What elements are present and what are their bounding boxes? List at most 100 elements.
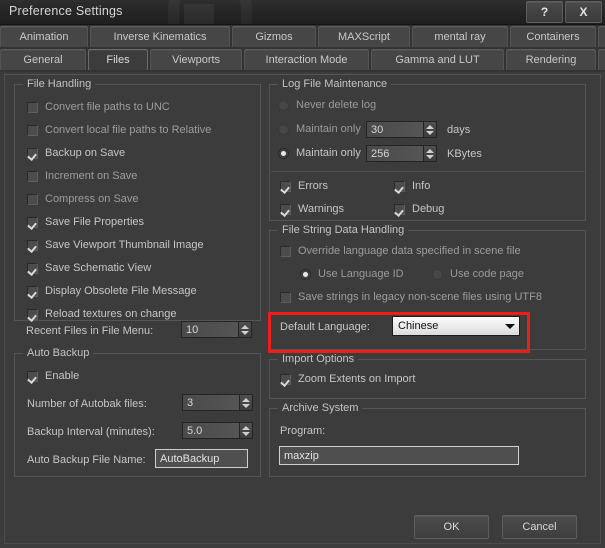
arrow-down-icon[interactable] — [242, 403, 250, 408]
tab-label: Rendering — [525, 54, 577, 66]
radio-maintain-only-kbytes[interactable]: Maintain only — [278, 147, 361, 159]
number-of-autobak-files-spinner[interactable]: 3 — [182, 394, 253, 411]
tab-help[interactable]: Help — [598, 26, 605, 47]
tab-viewports[interactable]: Viewports — [150, 49, 242, 70]
tab-gamma-and-lut[interactable]: Gamma and LUT — [371, 49, 504, 70]
tab-radiosity[interactable]: Radiosity — [598, 49, 605, 70]
arrow-up-icon[interactable] — [242, 425, 250, 430]
checkbox-label: Debug — [412, 203, 445, 215]
checkbox-save-file-properties[interactable]: Save File Properties — [27, 216, 144, 228]
spinner-arrows[interactable] — [239, 394, 253, 411]
tab-label: Gamma and LUT — [395, 54, 480, 66]
checkbox-check-icon — [27, 285, 38, 297]
tab-general[interactable]: General — [0, 49, 86, 70]
tab-interaction-mode[interactable]: Interaction Mode — [244, 49, 369, 70]
chevron-down-icon[interactable] — [501, 317, 519, 335]
tab-files[interactable]: Files — [88, 49, 148, 70]
maintain-kbytes-input[interactable]: 256 — [366, 145, 423, 162]
checkbox-increment-on-save[interactable]: Increment on Save — [27, 170, 137, 182]
tab-rendering[interactable]: Rendering — [506, 49, 596, 70]
radio-label: Maintain only — [296, 123, 361, 135]
checkbox-save-schematic-view[interactable]: Save Schematic View — [27, 262, 151, 274]
close-button[interactable]: X — [565, 1, 602, 23]
checkbox-box-icon — [280, 291, 291, 303]
tab-maxscript[interactable]: MAXScript — [318, 26, 410, 47]
tab-label: Files — [106, 54, 130, 66]
checkbox-box-icon — [27, 101, 38, 113]
checkbox-log-info[interactable]: Info — [394, 180, 430, 192]
arrow-down-icon[interactable] — [242, 431, 250, 436]
checkbox-convert-file-paths-to-unc[interactable]: Convert file paths to UNC — [27, 101, 170, 113]
radio-never-delete-log[interactable]: Never delete log — [278, 99, 376, 111]
tab-label: Animation — [19, 31, 69, 43]
help-button[interactable]: ? — [526, 1, 563, 23]
tab-strip: Animation Inverse Kinematics Gizmos MAXScri… — [0, 25, 605, 73]
radio-circle-icon — [432, 268, 443, 280]
checkbox-save-strings-legacy-utf8[interactable]: Save strings in legacy non-scene files u… — [280, 291, 542, 303]
arrow-up-icon[interactable] — [242, 397, 250, 402]
radio-use-code-page[interactable]: Use code page — [432, 268, 524, 280]
checkbox-box-icon — [27, 170, 38, 182]
program-input[interactable]: maxzip — [279, 446, 519, 465]
tab-label: Gizmos — [255, 31, 293, 43]
checkbox-display-obsolete-file-message[interactable]: Display Obsolete File Message — [27, 285, 197, 297]
arrow-up-icon[interactable] — [426, 148, 434, 153]
maintain-days-spinner[interactable]: 30 — [366, 121, 437, 138]
recent-files-input[interactable]: 10 — [181, 321, 238, 338]
maintain-kbytes-spinner[interactable]: 256 — [366, 145, 437, 162]
tab-mental-ray[interactable]: mental ray — [412, 26, 508, 47]
checkbox-box-icon — [27, 193, 38, 205]
checkbox-auto-backup-enable[interactable]: Enable — [27, 370, 79, 382]
checkbox-log-errors[interactable]: Errors — [280, 180, 328, 192]
arrow-down-icon[interactable] — [426, 130, 434, 135]
checkbox-convert-local-file-paths-to-relative[interactable]: Convert local file paths to Relative — [27, 124, 211, 136]
radio-maintain-only-days[interactable]: Maintain only — [278, 123, 361, 135]
checkbox-log-warnings[interactable]: Warnings — [280, 203, 344, 215]
maintain-days-unit: days — [447, 124, 471, 136]
tab-label: Viewports — [171, 54, 221, 66]
tab-gizmos[interactable]: Gizmos — [232, 26, 316, 47]
checkbox-label: Reload textures on change — [45, 308, 177, 320]
ok-button[interactable]: OK — [414, 515, 489, 539]
checkbox-zoom-extents-on-import[interactable]: Zoom Extents on Import — [280, 373, 415, 385]
archive-system-title: Archive System — [278, 402, 363, 414]
tab-animation[interactable]: Animation — [0, 26, 88, 47]
recent-files-spinner[interactable]: 10 — [181, 321, 252, 338]
checkbox-check-icon — [27, 239, 38, 251]
backup-interval-spinner[interactable]: 5.0 — [182, 422, 253, 439]
checkbox-override-language-data[interactable]: Override language data specified in scen… — [280, 245, 521, 257]
title-bar[interactable]: Preference Settings ? X — [0, 0, 605, 25]
arrow-down-icon[interactable] — [426, 154, 434, 159]
backup-interval-input[interactable]: 5.0 — [182, 422, 239, 439]
dialog-content: File Handling Convert file paths to UNC … — [0, 72, 605, 548]
checkbox-compress-on-save[interactable]: Compress on Save — [27, 193, 139, 205]
backup-interval-label: Backup Interval (minutes): — [27, 426, 155, 438]
checkbox-label: Save Schematic View — [45, 262, 152, 274]
default-language-dropdown[interactable]: Chinese — [392, 316, 520, 336]
arrow-up-icon[interactable] — [241, 324, 249, 329]
spinner-arrows[interactable] — [423, 145, 437, 162]
auto-backup-file-name-input[interactable]: AutoBackup — [155, 449, 248, 468]
checkbox-reload-textures-on-change[interactable]: Reload textures on change — [27, 308, 176, 320]
cancel-button[interactable]: Cancel — [502, 515, 577, 539]
archive-system-group: Archive System Program: maxzip — [269, 402, 586, 477]
checkbox-label: Compress on Save — [45, 193, 139, 205]
spinner-arrows[interactable] — [238, 321, 252, 338]
tab-containers[interactable]: Containers — [510, 26, 596, 47]
spinner-arrows[interactable] — [239, 422, 253, 439]
tab-label: Interaction Mode — [265, 54, 348, 66]
checkbox-save-viewport-thumbnail-image[interactable]: Save Viewport Thumbnail Image — [27, 239, 204, 251]
radio-use-language-id[interactable]: Use Language ID — [300, 268, 404, 280]
log-section-divider — [271, 171, 586, 172]
arrow-up-icon[interactable] — [426, 124, 434, 129]
maintain-days-input[interactable]: 30 — [366, 121, 423, 138]
number-of-autobak-files-input[interactable]: 3 — [182, 394, 239, 411]
file-string-data-handling-title: File String Data Handling — [278, 224, 409, 236]
spinner-arrows[interactable] — [423, 121, 437, 138]
checkbox-log-debug[interactable]: Debug — [394, 203, 444, 215]
window-controls: ? X — [526, 1, 602, 23]
tab-inverse-kinematics[interactable]: Inverse Kinematics — [90, 26, 230, 47]
arrow-down-icon[interactable] — [241, 330, 249, 335]
checkbox-label: Zoom Extents on Import — [298, 373, 416, 385]
checkbox-backup-on-save[interactable]: Backup on Save — [27, 147, 125, 159]
